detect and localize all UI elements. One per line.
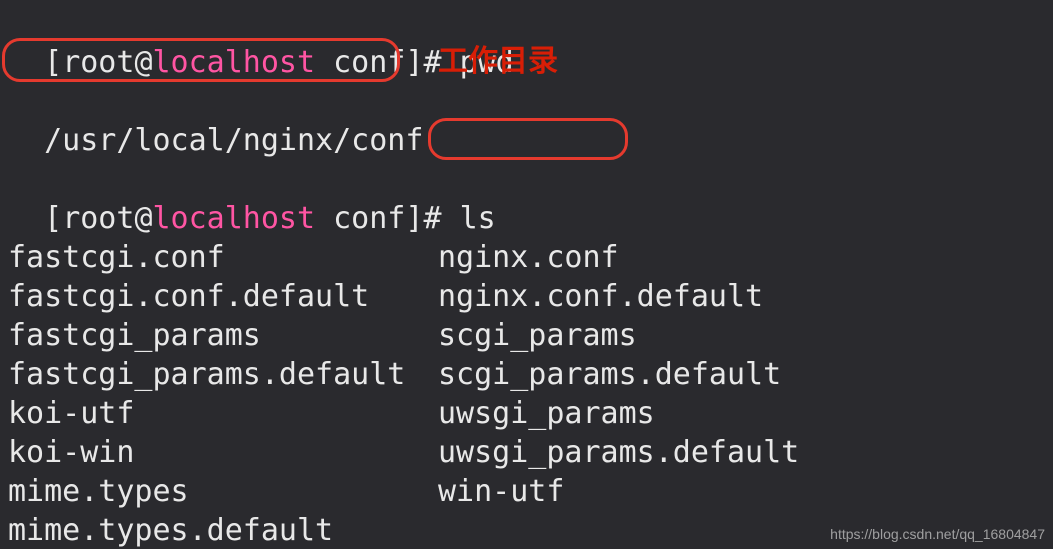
ls-file: uwsgi_params.default [438, 433, 799, 472]
ls-file: fastcgi.conf [8, 240, 225, 275]
prompt-dir: conf [333, 45, 405, 80]
ls-output: fastcgi.conf fastcgi.conf.default fastcg… [8, 238, 1045, 549]
ls-file: mime.types [8, 474, 189, 509]
ls-file: scgi_params.default [438, 355, 781, 394]
ls-file: mime.types.default [8, 513, 333, 548]
prompt-at: @ [134, 45, 152, 80]
prompt-space [315, 45, 333, 80]
ls-file: koi-utf [8, 396, 134, 431]
ls-file: fastcgi_params.default [8, 357, 405, 392]
ls-file: fastcgi_params [8, 318, 261, 353]
watermark-text: https://blog.csdn.net/qq_16804847 [830, 525, 1045, 543]
command-ls: ls [460, 201, 496, 236]
ls-file: fastcgi.conf.default [8, 279, 369, 314]
ls-file: koi-win [8, 435, 134, 470]
pwd-output: /usr/local/nginx/conf [44, 123, 423, 158]
ls-file: win-utf [438, 472, 564, 511]
terminal-line-pwd-output: /usr/local/nginx/conf [8, 82, 1045, 160]
ls-file: uwsgi_params [438, 394, 655, 433]
ls-file: nginx.conf.default [438, 277, 763, 316]
ls-column-2: nginx.conf nginx.conf.default scgi_param… [438, 238, 1045, 549]
terminal-line-prompt-ls: [root@localhost conf]# ls [8, 160, 1045, 238]
prompt-lbracket: [ [44, 45, 62, 80]
ls-column-1: fastcgi.conf fastcgi.conf.default fastcg… [8, 238, 438, 549]
ls-file: scgi_params [438, 316, 637, 355]
prompt-root: root [62, 45, 134, 80]
annotation-working-dir: 工作目录 [438, 42, 558, 81]
prompt-rbracket: ] [405, 45, 423, 80]
prompt-host: localhost [153, 45, 316, 80]
ls-file-nginx-conf: nginx.conf [438, 238, 619, 277]
